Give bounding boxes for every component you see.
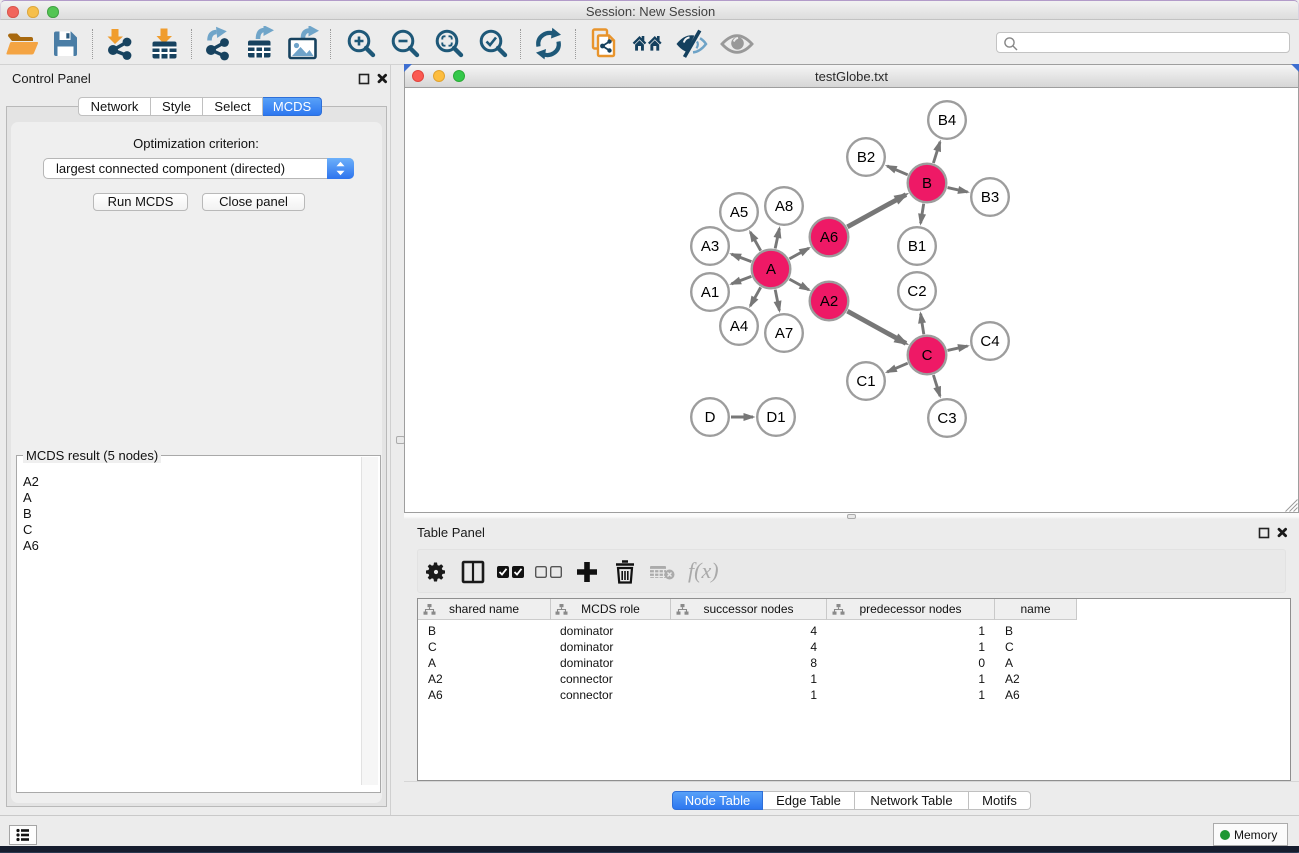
svg-text:B4: B4 [938, 112, 956, 129]
svg-text:B: B [922, 175, 932, 192]
svg-text:C: C [922, 347, 933, 364]
svg-text:A4: A4 [730, 318, 748, 335]
svg-text:C1: C1 [856, 373, 875, 390]
svg-text:B1: B1 [908, 238, 926, 255]
svg-text:A: A [766, 261, 776, 278]
svg-text:D: D [705, 409, 716, 426]
svg-text:D1: D1 [766, 409, 785, 426]
svg-text:A3: A3 [701, 238, 719, 255]
svg-text:A6: A6 [820, 229, 838, 246]
svg-text:A5: A5 [730, 204, 748, 221]
svg-text:A7: A7 [775, 325, 793, 342]
svg-text:B3: B3 [981, 189, 999, 206]
svg-text:C4: C4 [980, 333, 999, 350]
svg-text:B2: B2 [857, 149, 875, 166]
svg-text:A2: A2 [820, 293, 838, 310]
svg-text:C3: C3 [937, 410, 956, 427]
svg-text:A8: A8 [775, 198, 793, 215]
svg-text:C2: C2 [907, 283, 926, 300]
svg-text:A1: A1 [701, 284, 719, 301]
